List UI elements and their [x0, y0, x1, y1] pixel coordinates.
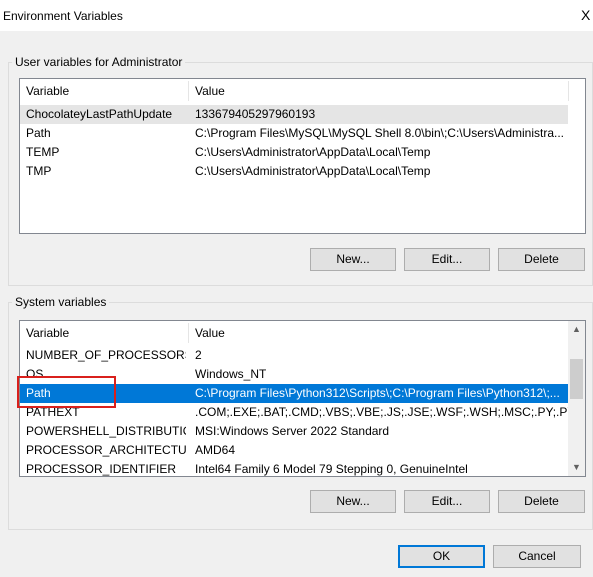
system-delete-button[interactable]: Delete — [498, 490, 585, 513]
user-variables-list[interactable]: Variable Value ChocolateyLastPathUpdate … — [19, 78, 586, 234]
table-row[interactable]: POWERSHELL_DISTRIBUTIO... MSI:Windows Se… — [20, 422, 568, 441]
variable-name: PATHEXT — [26, 405, 80, 419]
variable-value: 133679405297960193 — [195, 107, 316, 121]
variable-name: TMP — [26, 164, 52, 178]
system-list-scrollbar[interactable]: ▲ ▼ — [568, 321, 585, 476]
variable-value: C:\Users\Administrator\AppData\Local\Tem… — [195, 164, 431, 178]
table-row[interactable]: NUMBER_OF_PROCESSORS 2 — [20, 346, 568, 365]
user-list-header: Variable Value — [20, 79, 585, 103]
column-header-variable[interactable]: Variable — [20, 79, 189, 103]
variable-name: OS — [26, 367, 44, 381]
variable-name: PROCESSOR_ARCHITECTURE — [26, 443, 186, 457]
variable-value: .COM;.EXE;.BAT;.CMD;.VBS;.VBE;.JS;.JSE;.… — [195, 405, 586, 419]
table-row[interactable]: Path C:\Program Files\MySQL\MySQL Shell … — [20, 124, 568, 143]
variable-value: 2 — [195, 348, 202, 362]
table-row[interactable]: PROCESSOR_IDENTIFIER Intel64 Family 6 Mo… — [20, 460, 568, 476]
variable-name: POWERSHELL_DISTRIBUTIO... — [26, 424, 186, 438]
column-header-variable[interactable]: Variable — [20, 321, 189, 345]
title-bar: Environment Variables X — [0, 0, 593, 31]
table-row[interactable]: ChocolateyLastPathUpdate 133679405297960… — [20, 105, 568, 124]
variable-value: AMD64 — [195, 443, 236, 457]
scrollbar-thumb[interactable] — [570, 359, 583, 399]
system-new-button[interactable]: New... — [310, 490, 396, 513]
table-row-selected[interactable]: Path C:\Program Files\Python312\Scripts\… — [20, 384, 568, 403]
column-header-value[interactable]: Value — [189, 79, 569, 103]
table-row[interactable]: TMP C:\Users\Administrator\AppData\Local… — [20, 162, 568, 181]
variable-name: Path — [26, 126, 51, 140]
variable-value: Intel64 Family 6 Model 79 Stepping 0, Ge… — [195, 462, 468, 476]
table-row[interactable]: PROCESSOR_ARCHITECTURE AMD64 — [20, 441, 568, 460]
table-row[interactable]: TEMP C:\Users\Administrator\AppData\Loca… — [20, 143, 568, 162]
variable-name: PROCESSOR_IDENTIFIER — [26, 462, 177, 476]
variable-value: C:\Users\Administrator\AppData\Local\Tem… — [195, 145, 431, 159]
cancel-button[interactable]: Cancel — [493, 545, 581, 568]
column-header-value[interactable]: Value — [189, 321, 569, 345]
scroll-up-icon[interactable]: ▲ — [568, 321, 585, 338]
variable-value: C:\Program Files\Python312\Scripts\;C:\P… — [195, 386, 560, 400]
table-row[interactable]: PATHEXT .COM;.EXE;.BAT;.CMD;.VBS;.VBE;.J… — [20, 403, 585, 422]
user-edit-button[interactable]: Edit... — [404, 248, 490, 271]
column-separator[interactable] — [568, 81, 569, 101]
table-row[interactable]: OS Windows_NT — [20, 365, 568, 384]
user-delete-button[interactable]: Delete — [498, 248, 585, 271]
variable-name: TEMP — [26, 145, 60, 159]
variable-value: Windows_NT — [195, 367, 267, 381]
close-button[interactable]: X — [579, 0, 593, 31]
variable-name: Path — [26, 386, 51, 400]
variable-name: ChocolateyLastPathUpdate — [26, 107, 173, 121]
close-icon: X — [581, 7, 591, 23]
scroll-down-icon[interactable]: ▼ — [568, 459, 585, 476]
variable-value: MSI:Windows Server 2022 Standard — [195, 424, 390, 438]
ok-button[interactable]: OK — [398, 545, 485, 568]
system-variables-list[interactable]: Variable Value NUMBER_OF_PROCESSORS 2 OS… — [19, 320, 586, 477]
variable-value: C:\Program Files\MySQL\MySQL Shell 8.0\b… — [195, 126, 564, 140]
variable-name: NUMBER_OF_PROCESSORS — [26, 348, 186, 362]
system-edit-button[interactable]: Edit... — [404, 490, 490, 513]
user-variables-label: User variables for Administrator — [12, 55, 186, 69]
system-list-header: Variable Value — [20, 321, 585, 345]
system-variables-label: System variables — [12, 295, 110, 309]
user-new-button[interactable]: New... — [310, 248, 396, 271]
window-title: Environment Variables — [3, 9, 123, 23]
